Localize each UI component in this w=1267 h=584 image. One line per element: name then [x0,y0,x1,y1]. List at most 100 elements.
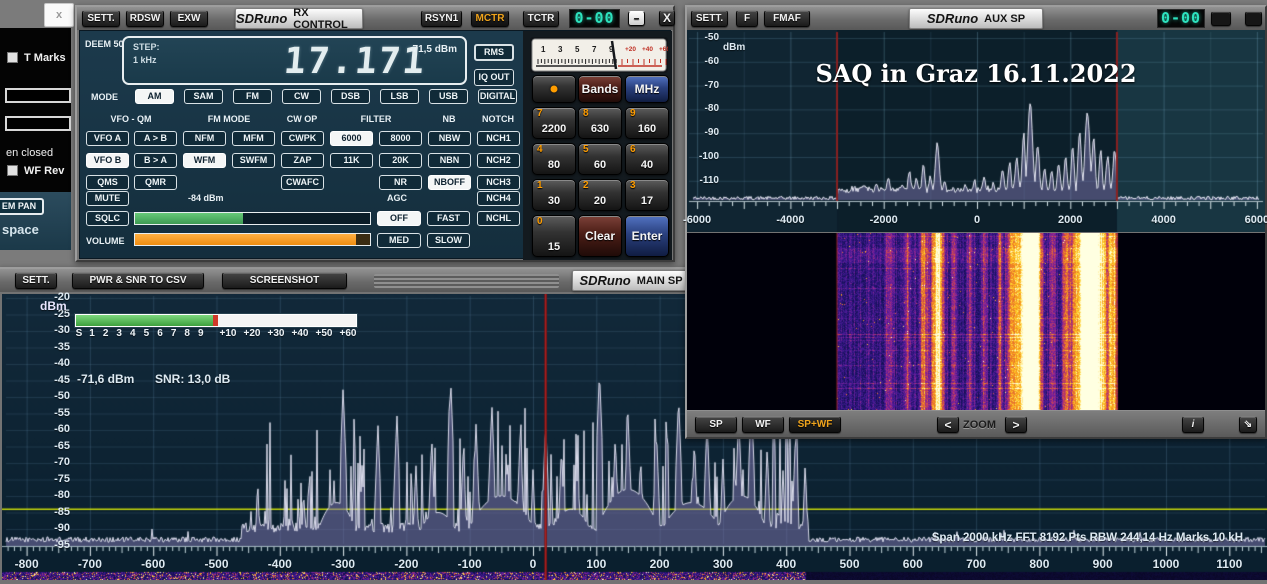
mctr-button[interactable]: MCTR [471,10,509,27]
t-marks-label: T Marks [24,53,66,64]
key-3-17[interactable]: 3 17 [625,179,669,211]
rsyn1-button[interactable]: RSYN1 [421,10,462,27]
minimize-button[interactable]: – [628,11,645,26]
s-meter-scale-label: 3 [116,329,122,339]
aux-close-button[interactable] [1245,11,1262,26]
sp-view-button[interactable]: SP [695,416,737,433]
s-meter-scale-label: 4 [130,329,136,339]
clear-key[interactable]: Clear [578,215,622,257]
bands-key[interactable]: Bands [578,75,622,103]
s-meter-scale-label: 9 [198,329,204,339]
aux-f-button[interactable]: F [736,10,758,27]
main-x-tick-label: 500 [820,558,880,570]
dot-icon [551,86,558,93]
rx-control-panel: DEEM 50u STEP: 1 kHz 17.171 -71,5 dBm RM… [79,30,671,259]
main-x-tick-label: 900 [1073,558,1133,570]
sp-wf-view-button[interactable]: SP+WF [789,416,841,433]
screenshot-button[interactable]: SCREENSHOT [222,272,347,289]
key-small-digit: 9 [630,109,636,119]
mhz-key[interactable]: MHz [625,75,669,103]
text-input-2[interactable] [5,116,71,131]
sdruno-brand: SDRuno [236,11,287,26]
key-1-30[interactable]: 130 [532,179,576,211]
numeric-keypad: Bands MHz 7220086309160 480560640 130220 3 17 0… [80,31,672,260]
aux-y-tick-label: -90 [691,128,719,138]
s-meter-scale-label: 7 [171,329,177,339]
key-small-digit: 8 [583,109,589,119]
rdsw-button[interactable]: RDSW [126,10,164,27]
resize-corner-icon[interactable]: ⇘ [1239,416,1257,433]
key-label: 20 [579,196,621,207]
s-meter-scale-label: +40 [292,329,309,339]
key-label: 40 [626,160,668,171]
main-sp-title: MAIN SP [637,275,683,287]
main-y-tick-label: -65 [40,441,70,452]
key-4-80[interactable]: 480 [532,143,576,175]
main-y-tick-label: -75 [40,474,70,485]
main-x-tick-label: 400 [756,558,816,570]
main-x-tick-label: -700 [60,558,120,570]
t-marks-checkbox[interactable] [7,52,18,63]
key-0-15[interactable]: 0 15 [532,215,576,257]
main-x-tick-label: 1000 [1136,558,1196,570]
overlay-title-text: SAQ in Graz 16.11.2022 [687,59,1265,88]
info-button[interactable]: i [1182,416,1204,433]
key-label: 80 [533,160,575,171]
decimal-key[interactable] [532,75,576,103]
wf-rev-label: WF Rev [24,166,64,177]
rx-control-titlebar: SETT. RDSW EXW SDRuno RX CONTROL RSYN1 M… [77,7,673,30]
main-y-tick-label: -35 [40,342,70,353]
aux-x-tick-label: 4000 [1134,215,1194,226]
key-2-20[interactable]: 220 [578,179,622,211]
mem-pan-button[interactable]: EM PAN [0,198,44,215]
s-meter-scale-label: 5 [144,329,150,339]
aux-y-tick-label: -80 [691,104,719,114]
text-input-1[interactable] [5,88,71,103]
main-x-tick-label: 1100 [1199,558,1259,570]
exw-button[interactable]: EXW [170,10,208,27]
minimized-window-stub[interactable]: x [44,3,74,27]
enter-key[interactable]: Enter [625,215,669,257]
close-button[interactable]: X [659,10,675,26]
main-y-tick-label: -55 [40,408,70,419]
key-label: Bands [579,83,621,95]
background-panel: EM PAN space [0,190,71,250]
fmaf-button[interactable]: FMAF [764,10,810,27]
close-icon: x [56,9,62,21]
aux-sp-title-plate: SDRuno AUX SP [909,8,1043,29]
wf-rev-checkbox[interactable] [7,165,18,176]
zoom-out-button[interactable]: < [937,416,959,433]
aux-settings-button[interactable]: SETT. [691,10,728,27]
s-meter-scale-label: +60 [340,329,357,339]
tctr-button[interactable]: TCTR [523,10,559,27]
wf-view-button[interactable]: WF [742,416,784,433]
main-x-tick-label: -500 [187,558,247,570]
key-label: 17 [626,196,668,207]
main-x-tick-label: 600 [883,558,943,570]
key-7-2200[interactable]: 72200 [532,107,576,139]
aux-x-tick-label: 2000 [1040,215,1100,226]
aux-timer-display: 0-00 [1157,9,1205,28]
pwr-snr-to-csv-button[interactable]: PWR & SNR TO CSV [72,272,204,289]
rx-settings-button[interactable]: SETT. [82,10,120,27]
workspace-label: space [2,223,39,236]
s-meter-scale-label: 6 [157,329,163,339]
key-9-160[interactable]: 9160 [625,107,669,139]
key-8-630[interactable]: 8630 [578,107,622,139]
aux-minimize-button[interactable] [1211,11,1231,26]
key-label: 15 [533,242,575,253]
main-y-tick-label: -60 [40,424,70,435]
aux-waterfall-display[interactable] [687,233,1265,410]
when-closed-label: en closed [6,148,53,159]
key-small-digit: 0 [537,217,543,227]
main-settings-button[interactable]: SETT. [15,272,57,289]
key-5-60[interactable]: 560 [578,143,622,175]
zoom-in-button[interactable]: > [1005,416,1027,433]
key-small-digit: 3 [630,181,636,191]
span-info-text: Span 2000 kHz FFT 8192 Pts RBW 244,14 Hz… [932,533,1243,545]
aux-sp-titlebar: SETT. F FMAF SDRuno AUX SP 0-00 [687,7,1265,30]
key-label: 2200 [533,124,575,135]
s-meter-scale-label: +30 [268,329,285,339]
main-y-tick-label: -95 [40,540,70,551]
key-6-40[interactable]: 640 [625,143,669,175]
